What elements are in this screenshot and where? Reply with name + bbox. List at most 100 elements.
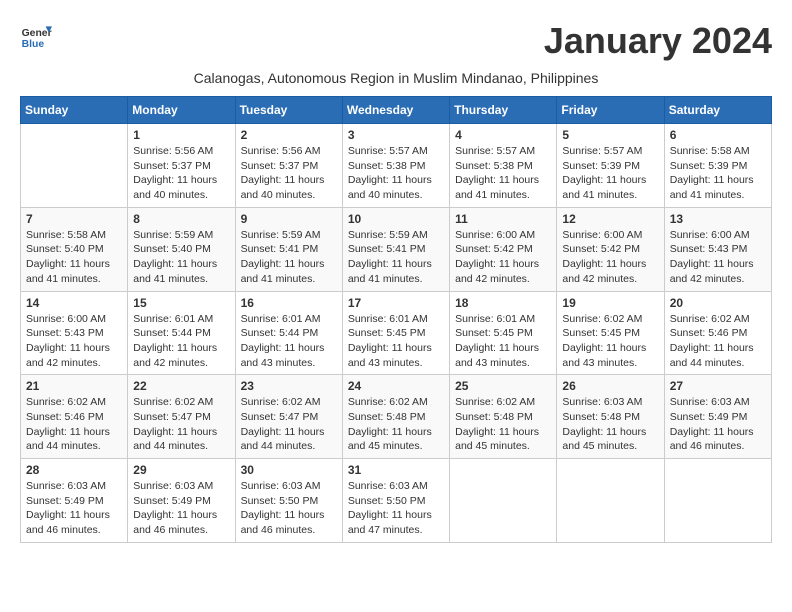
day-info: Sunrise: 5:56 AMSunset: 5:37 PMDaylight:… (133, 144, 229, 203)
weekday-header-row: SundayMondayTuesdayWednesdayThursdayFrid… (21, 97, 772, 124)
calendar-cell (664, 459, 771, 543)
calendar-cell: 8 Sunrise: 5:59 AMSunset: 5:40 PMDaylight… (128, 207, 235, 291)
day-number: 2 (241, 128, 337, 142)
calendar-cell: 7 Sunrise: 5:58 AMSunset: 5:40 PMDaylight… (21, 207, 128, 291)
day-number: 8 (133, 212, 229, 226)
calendar-cell: 12 Sunrise: 6:00 AMSunset: 5:42 PMDayligh… (557, 207, 664, 291)
page-header: General Blue January 2024 (20, 20, 772, 62)
day-info: Sunrise: 6:03 AMSunset: 5:49 PMDaylight:… (26, 479, 122, 538)
calendar-body: 1 Sunrise: 5:56 AMSunset: 5:37 PMDaylight… (21, 124, 772, 543)
day-number: 23 (241, 379, 337, 393)
calendar-week-4: 21 Sunrise: 6:02 AMSunset: 5:46 PMDayligh… (21, 375, 772, 459)
day-number: 15 (133, 296, 229, 310)
day-number: 9 (241, 212, 337, 226)
day-info: Sunrise: 6:00 AMSunset: 5:42 PMDaylight:… (562, 228, 658, 287)
day-info: Sunrise: 5:56 AMSunset: 5:37 PMDaylight:… (241, 144, 337, 203)
calendar-cell (21, 124, 128, 208)
day-number: 10 (348, 212, 444, 226)
day-info: Sunrise: 5:59 AMSunset: 5:41 PMDaylight:… (348, 228, 444, 287)
day-number: 20 (670, 296, 766, 310)
day-info: Sunrise: 6:03 AMSunset: 5:49 PMDaylight:… (133, 479, 229, 538)
logo-icon: General Blue (20, 20, 52, 52)
calendar-cell: 24Sunrise: 6:02 AMSunset: 5:48 PMDayligh… (342, 375, 449, 459)
day-info: Sunrise: 5:57 AMSunset: 5:38 PMDaylight:… (455, 144, 551, 203)
calendar-cell: 17 Sunrise: 6:01 AMSunset: 5:45 PMDayligh… (342, 291, 449, 375)
day-number: 12 (562, 212, 658, 226)
weekday-header-thursday: Thursday (450, 97, 557, 124)
weekday-header-sunday: Sunday (21, 97, 128, 124)
weekday-header-friday: Friday (557, 97, 664, 124)
calendar-cell: 19 Sunrise: 6:02 AMSunset: 5:45 PMDayligh… (557, 291, 664, 375)
day-number: 7 (26, 212, 122, 226)
calendar-cell: 23 Sunrise: 6:02 AMSunset: 5:47 PMDayligh… (235, 375, 342, 459)
calendar-cell: 30 Sunrise: 6:03 AMSunset: 5:50 PMDayligh… (235, 459, 342, 543)
calendar-cell: 28 Sunrise: 6:03 AMSunset: 5:49 PMDayligh… (21, 459, 128, 543)
calendar-cell: 25Sunrise: 6:02 AMSunset: 5:48 PMDayligh… (450, 375, 557, 459)
day-number: 22 (133, 379, 229, 393)
day-info: Sunrise: 5:59 AMSunset: 5:41 PMDaylight:… (241, 228, 337, 287)
day-info: Sunrise: 6:00 AMSunset: 5:43 PMDaylight:… (26, 312, 122, 371)
day-info: Sunrise: 6:01 AMSunset: 5:45 PMDaylight:… (455, 312, 551, 371)
day-number: 4 (455, 128, 551, 142)
calendar-cell: 6 Sunrise: 5:58 AMSunset: 5:39 PMDaylight… (664, 124, 771, 208)
calendar-cell: 1 Sunrise: 5:56 AMSunset: 5:37 PMDaylight… (128, 124, 235, 208)
day-number: 6 (670, 128, 766, 142)
calendar-cell: 27Sunrise: 6:03 AMSunset: 5:49 PMDayligh… (664, 375, 771, 459)
day-info: Sunrise: 6:02 AMSunset: 5:46 PMDaylight:… (26, 395, 122, 454)
day-number: 17 (348, 296, 444, 310)
day-info: Sunrise: 6:03 AMSunset: 5:50 PMDaylight:… (241, 479, 337, 538)
day-info: Sunrise: 6:02 AMSunset: 5:45 PMDaylight:… (562, 312, 658, 371)
logo: General Blue (20, 20, 52, 52)
day-number: 31 (348, 463, 444, 477)
day-number: 21 (26, 379, 122, 393)
day-number: 30 (241, 463, 337, 477)
day-info: Sunrise: 5:58 AMSunset: 5:39 PMDaylight:… (670, 144, 766, 203)
calendar-cell: 3 Sunrise: 5:57 AMSunset: 5:38 PMDaylight… (342, 124, 449, 208)
calendar-cell: 20 Sunrise: 6:02 AMSunset: 5:46 PMDayligh… (664, 291, 771, 375)
calendar-cell: 18Sunrise: 6:01 AMSunset: 5:45 PMDayligh… (450, 291, 557, 375)
calendar-cell: 9 Sunrise: 5:59 AMSunset: 5:41 PMDaylight… (235, 207, 342, 291)
day-info: Sunrise: 5:57 AMSunset: 5:39 PMDaylight:… (562, 144, 658, 203)
calendar-cell: 13 Sunrise: 6:00 AMSunset: 5:43 PMDayligh… (664, 207, 771, 291)
day-info: Sunrise: 5:59 AMSunset: 5:40 PMDaylight:… (133, 228, 229, 287)
day-number: 11 (455, 212, 551, 226)
weekday-header-saturday: Saturday (664, 97, 771, 124)
weekday-header-wednesday: Wednesday (342, 97, 449, 124)
day-info: Sunrise: 6:01 AMSunset: 5:45 PMDaylight:… (348, 312, 444, 371)
svg-text:Blue: Blue (22, 39, 45, 50)
day-number: 1 (133, 128, 229, 142)
day-info: Sunrise: 5:57 AMSunset: 5:38 PMDaylight:… (348, 144, 444, 203)
weekday-header-tuesday: Tuesday (235, 97, 342, 124)
day-info: Sunrise: 6:00 AMSunset: 5:43 PMDaylight:… (670, 228, 766, 287)
calendar-cell: 14 Sunrise: 6:00 AMSunset: 5:43 PMDayligh… (21, 291, 128, 375)
day-info: Sunrise: 6:03 AMSunset: 5:48 PMDaylight:… (562, 395, 658, 454)
weekday-header-monday: Monday (128, 97, 235, 124)
calendar-cell: 31Sunrise: 6:03 AMSunset: 5:50 PMDayligh… (342, 459, 449, 543)
day-info: Sunrise: 5:58 AMSunset: 5:40 PMDaylight:… (26, 228, 122, 287)
day-info: Sunrise: 6:02 AMSunset: 5:47 PMDaylight:… (133, 395, 229, 454)
calendar-cell: 10 Sunrise: 5:59 AMSunset: 5:41 PMDayligh… (342, 207, 449, 291)
day-number: 19 (562, 296, 658, 310)
day-number: 3 (348, 128, 444, 142)
day-info: Sunrise: 6:02 AMSunset: 5:47 PMDaylight:… (241, 395, 337, 454)
day-number: 5 (562, 128, 658, 142)
calendar-week-1: 1 Sunrise: 5:56 AMSunset: 5:37 PMDaylight… (21, 124, 772, 208)
day-info: Sunrise: 6:01 AMSunset: 5:44 PMDaylight:… (133, 312, 229, 371)
day-info: Sunrise: 6:03 AMSunset: 5:49 PMDaylight:… (670, 395, 766, 454)
day-number: 14 (26, 296, 122, 310)
calendar-week-5: 28 Sunrise: 6:03 AMSunset: 5:49 PMDayligh… (21, 459, 772, 543)
day-info: Sunrise: 6:02 AMSunset: 5:48 PMDaylight:… (455, 395, 551, 454)
day-number: 26 (562, 379, 658, 393)
calendar-cell: 22 Sunrise: 6:02 AMSunset: 5:47 PMDayligh… (128, 375, 235, 459)
calendar-subtitle: Calanogas, Autonomous Region in Muslim M… (20, 70, 772, 86)
day-number: 16 (241, 296, 337, 310)
day-number: 28 (26, 463, 122, 477)
day-info: Sunrise: 6:02 AMSunset: 5:46 PMDaylight:… (670, 312, 766, 371)
calendar-cell: 29Sunrise: 6:03 AMSunset: 5:49 PMDayligh… (128, 459, 235, 543)
month-title: January 2024 (544, 20, 772, 62)
calendar-cell: 2 Sunrise: 5:56 AMSunset: 5:37 PMDaylight… (235, 124, 342, 208)
day-info: Sunrise: 6:02 AMSunset: 5:48 PMDaylight:… (348, 395, 444, 454)
calendar-week-3: 14 Sunrise: 6:00 AMSunset: 5:43 PMDayligh… (21, 291, 772, 375)
day-number: 13 (670, 212, 766, 226)
calendar-cell: 26 Sunrise: 6:03 AMSunset: 5:48 PMDayligh… (557, 375, 664, 459)
